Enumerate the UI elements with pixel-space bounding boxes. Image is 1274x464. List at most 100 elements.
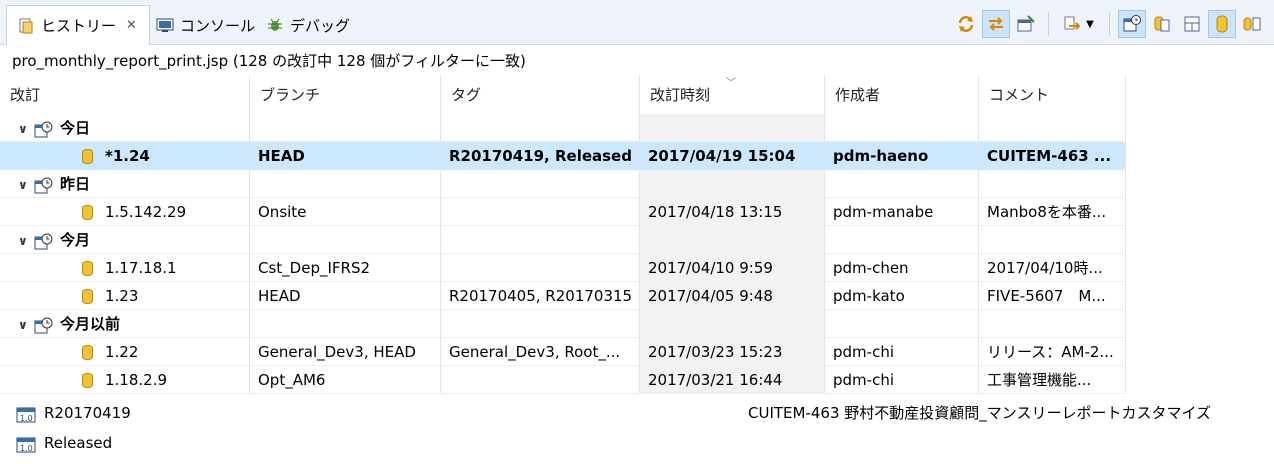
group-label-cell: ∨ 昨日 xyxy=(0,170,250,198)
column-header-author[interactable]: 作成者 xyxy=(825,76,979,114)
revision-comment-text: CUITEM-463 野村不動産投資顧問_マンスリーレポートカスタマイズ xyxy=(748,404,1212,422)
tag-item[interactable]: 1.0 R20170419 xyxy=(16,398,131,428)
revisions-icon xyxy=(1154,16,1170,32)
branch-cell xyxy=(250,310,441,338)
column-header-tags[interactable]: タグ xyxy=(441,76,640,114)
column-header-revision[interactable]: 改訂 xyxy=(0,76,250,114)
tags-cell: R20170419, Released xyxy=(441,142,640,170)
branch-cell: HEAD xyxy=(250,142,441,170)
revision-number: *1.24 xyxy=(105,147,150,165)
author-cell xyxy=(825,170,979,198)
toolbar-separator xyxy=(1048,12,1049,36)
comment-cell: CUITEM-463 ... xyxy=(979,142,1126,170)
tags-cell: General_Dev3, Root_... xyxy=(441,338,640,366)
revision-graph-icon xyxy=(1243,17,1261,31)
table-row[interactable]: 1.5.142.29 Onsite 2017/04/18 13:15 pdm-mana… xyxy=(0,198,1126,226)
branch-cell: Opt_AM6 xyxy=(250,366,441,394)
tag-icon: 1.0 xyxy=(16,434,38,453)
tags-cell xyxy=(441,366,640,394)
group-label: 今日 xyxy=(60,119,91,137)
chevron-down-icon[interactable]: ∨ xyxy=(18,171,34,197)
comment-cell: 2017/04/10時... xyxy=(979,254,1126,282)
view-tab-bar: ヒストリー ✕ コンソール デバッグ ▼ xyxy=(0,0,1274,45)
local-revisions-toggle[interactable] xyxy=(1208,10,1236,38)
comment-cell xyxy=(979,310,1126,338)
table-row[interactable]: 1.17.18.1 Cst_Dep_IFRS2 2017/04/10 9:59 pdm… xyxy=(0,254,1126,282)
chevron-down-icon[interactable]: ∨ xyxy=(18,115,34,141)
history-table: ∨ 今日 *1.24 HEAD R20170419, Released 2017/04/1… xyxy=(0,114,1126,394)
group-label-cell: ∨ 今月以前 xyxy=(0,310,250,338)
compare-mode-dropdown[interactable]: ▼ xyxy=(1057,10,1101,38)
svg-text:1.0: 1.0 xyxy=(20,444,33,453)
revision-icon xyxy=(82,289,93,304)
revision-mode-button[interactable] xyxy=(1238,10,1266,38)
tag-item[interactable]: 1.0 Released xyxy=(16,428,131,458)
tab-history[interactable]: ヒストリー ✕ xyxy=(6,5,150,45)
revision-cell: *1.24 xyxy=(0,142,250,170)
date-group-row[interactable]: ∨ 今日 xyxy=(0,114,1126,142)
table-row[interactable]: 1.23 HEAD R20170405, R20170315 2017/04/05 9… xyxy=(0,282,1126,310)
view-toolbar: ▼ xyxy=(952,10,1266,38)
revision-icon xyxy=(82,149,93,164)
column-header-comment[interactable]: コメント xyxy=(979,76,1126,114)
compare-icon xyxy=(1064,16,1081,30)
history-file-icon xyxy=(17,17,35,35)
comment-cell xyxy=(979,170,1126,198)
tag-label: Released xyxy=(44,434,113,452)
layout-icon xyxy=(1184,16,1200,32)
author-cell xyxy=(825,310,979,338)
revision-cell: 1.23 xyxy=(0,282,250,310)
comment-cell xyxy=(979,114,1126,142)
pin-view-button[interactable] xyxy=(1012,10,1040,38)
tag-label: R20170419 xyxy=(44,404,131,422)
layout-button[interactable] xyxy=(1178,10,1206,38)
table-row[interactable]: 1.22 General_Dev3, HEAD General_Dev3, Root… xyxy=(0,338,1126,366)
author-cell: pdm-chen xyxy=(825,254,979,282)
tags-cell: R20170405, R20170315 xyxy=(441,282,640,310)
comment-cell xyxy=(979,226,1126,254)
tab-history-label: ヒストリー xyxy=(41,17,117,35)
tab-debug-label: デバッグ xyxy=(290,16,351,35)
group-label-cell: ∨ 今日 xyxy=(0,114,250,142)
tags-cell xyxy=(441,198,640,226)
sort-indicator-icon: ﹀ xyxy=(726,78,736,89)
close-icon[interactable]: ✕ xyxy=(126,18,137,33)
revision-number: 1.22 xyxy=(105,343,139,361)
table-row[interactable]: 1.18.2.9 Opt_AM6 2017/03/21 16:44 pdm-chi 工事… xyxy=(0,366,1126,394)
show-revisions-button[interactable] xyxy=(1148,10,1176,38)
chevron-down-icon[interactable]: ∨ xyxy=(18,311,34,337)
chevron-down-icon[interactable]: ∨ xyxy=(18,227,34,253)
column-header-branch[interactable]: ブランチ xyxy=(250,76,441,114)
tab-debug[interactable]: デバッグ xyxy=(266,6,350,44)
tags-cell xyxy=(441,310,640,338)
pin-icon xyxy=(1017,15,1035,32)
date-cell: 2017/04/05 9:48 xyxy=(640,282,825,310)
link-arrows-icon xyxy=(989,17,1003,31)
branch-cell: HEAD xyxy=(250,282,441,310)
branch-cell xyxy=(250,226,441,254)
history-group-icon xyxy=(34,120,54,138)
revision-number: 1.23 xyxy=(105,287,139,305)
link-with-editor-toggle[interactable] xyxy=(982,10,1010,38)
history-group-icon xyxy=(34,176,54,194)
revision-icon xyxy=(82,345,93,360)
console-icon xyxy=(156,16,174,34)
date-group-row[interactable]: ∨ 昨日 xyxy=(0,170,1126,198)
date-cell: 2017/03/23 15:23 xyxy=(640,338,825,366)
author-cell xyxy=(825,114,979,142)
refresh-button[interactable] xyxy=(952,10,980,38)
tab-console[interactable]: コンソール xyxy=(156,6,255,44)
cylinder-icon xyxy=(1216,15,1228,33)
date-group-row[interactable]: ∨ 今月 xyxy=(0,226,1126,254)
group-by-date-toggle[interactable] xyxy=(1118,10,1146,38)
branch-cell xyxy=(250,114,441,142)
revision-icon xyxy=(82,373,93,388)
group-label: 今月 xyxy=(60,231,91,249)
table-row[interactable]: *1.24 HEAD R20170419, Released 2017/04/19 1… xyxy=(0,142,1126,170)
author-cell: pdm-chi xyxy=(825,338,979,366)
svg-text:1.0: 1.0 xyxy=(20,414,33,423)
date-group-row[interactable]: ∨ 今月以前 xyxy=(0,310,1126,338)
revision-icon xyxy=(82,261,93,276)
date-cell xyxy=(640,310,825,338)
tab-console-label: コンソール xyxy=(180,16,256,35)
